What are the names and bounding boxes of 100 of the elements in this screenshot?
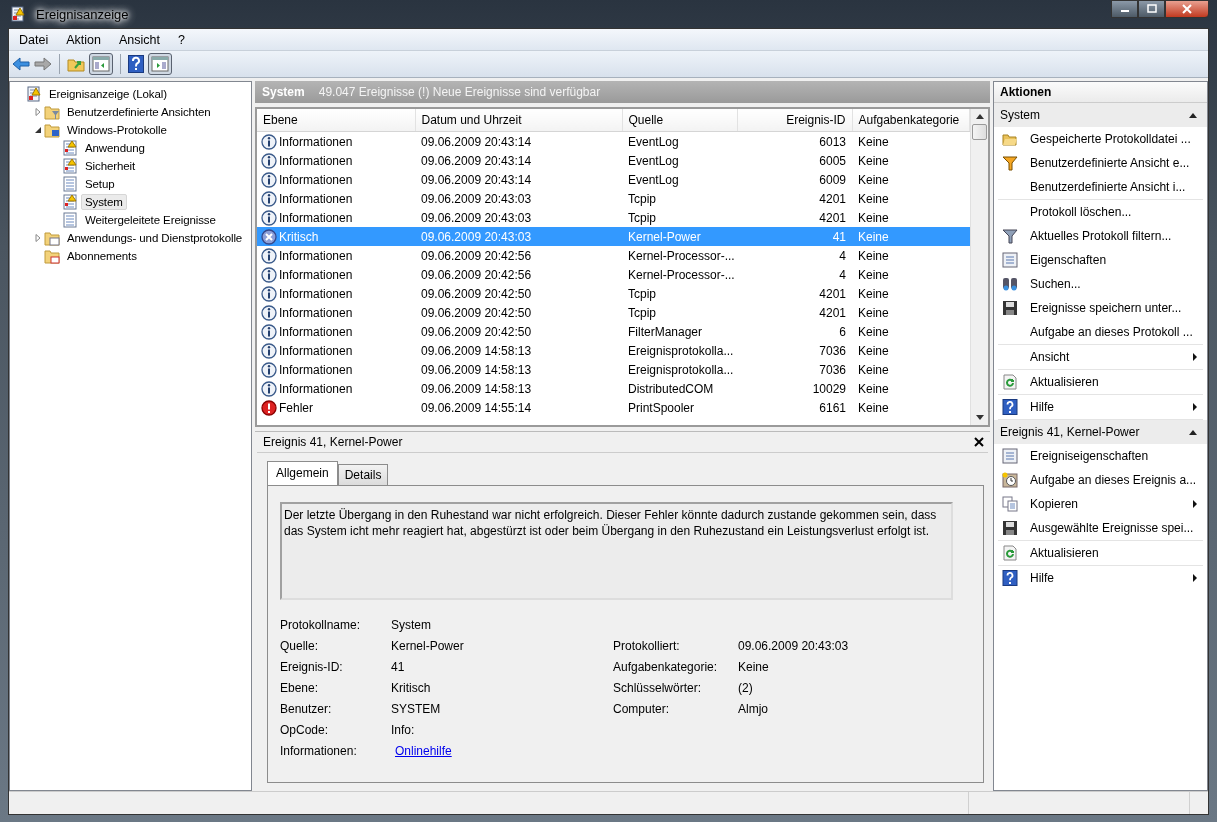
tree-item[interactable]: Setup: [81, 176, 119, 192]
tree-item[interactable]: Sicherheit: [81, 158, 140, 174]
maximize-icon: [1146, 4, 1157, 14]
info-icon: [261, 380, 277, 397]
table-cell: Informationen: [279, 362, 353, 377]
column-header[interactable]: Datum und Uhrzeit: [415, 109, 622, 132]
table-cell: 4201: [819, 191, 846, 206]
save-icon: [1002, 300, 1018, 316]
table-cell: Informationen: [279, 324, 353, 339]
scroll-up-icon[interactable]: [975, 114, 984, 119]
property-value: 09.06.2009 20:43:03: [738, 639, 849, 653]
refresh-icon: [1002, 374, 1018, 390]
table-cell: Keine: [858, 381, 889, 396]
action-item[interactable]: Suchen...: [998, 272, 1203, 296]
online-help-link[interactable]: Onlinehilfe: [391, 744, 452, 758]
tree-item[interactable]: Benutzerdefinierte Ansichten: [63, 104, 215, 120]
event-title: Ereignis 41, Kernel-Power: [263, 435, 403, 449]
action-item[interactable]: Benutzerdefinierte Ansicht i...: [998, 175, 1203, 199]
section-header[interactable]: System: [994, 103, 1207, 127]
properties-icon: [1002, 252, 1018, 268]
tree-item[interactable]: System: [81, 194, 127, 210]
property-label: OpCode:: [280, 723, 330, 739]
folder-up-icon[interactable]: [67, 56, 85, 72]
table-cell: 7036: [819, 362, 846, 377]
help-icon[interactable]: [128, 55, 144, 73]
action-item[interactable]: Aktualisieren: [998, 370, 1203, 394]
forward-arrow-icon[interactable]: [34, 56, 52, 72]
tree-item[interactable]: Windows-Protokolle: [63, 122, 171, 138]
action-item[interactable]: Benutzerdefinierte Ansicht e...: [998, 151, 1203, 175]
menu-item[interactable]: Ansicht: [112, 32, 166, 47]
menu-item[interactable]: Aktion: [60, 32, 107, 47]
close-button[interactable]: [1165, 0, 1209, 18]
console-tree-toggle[interactable]: [89, 53, 113, 75]
scrollbar[interactable]: [970, 109, 988, 425]
collapse-icon[interactable]: [1189, 429, 1197, 435]
action-pane-toggle[interactable]: [148, 53, 172, 75]
action-item[interactable]: Kopieren: [998, 492, 1203, 516]
action-item[interactable]: Aufgabe an dieses Ereignis a...: [998, 468, 1203, 492]
table-cell: Keine: [858, 153, 889, 168]
scroll-down-icon[interactable]: [975, 415, 984, 420]
table-cell: Keine: [858, 172, 889, 187]
tree-item[interactable]: Anwendungs- und Dienstprotokolle: [63, 230, 247, 246]
table-cell: 4201: [819, 210, 846, 225]
column-header[interactable]: Ereignis-ID: [737, 109, 852, 132]
action-item[interactable]: Ereignisse speichern unter...: [998, 296, 1203, 320]
collapse-icon[interactable]: [1189, 112, 1197, 118]
action-item[interactable]: Eigenschaften: [998, 248, 1203, 272]
property-label: Protokolliert:: [613, 639, 680, 653]
action-item[interactable]: Hilfe: [998, 566, 1203, 590]
column-header[interactable]: Quelle: [622, 109, 737, 132]
tree-item[interactable]: Weitergeleitete Ereignisse: [81, 212, 220, 228]
table-cell: Informationen: [279, 191, 353, 206]
action-item[interactable]: Protokoll löschen...: [998, 200, 1203, 224]
table-cell: 09.06.2009 14:58:13: [421, 343, 532, 358]
back-arrow-icon[interactable]: [12, 56, 30, 72]
table-cell: Informationen: [279, 286, 353, 301]
folder-icon: [44, 230, 60, 246]
menu-item[interactable]: Datei: [13, 32, 55, 47]
table-cell: Kritisch: [279, 229, 319, 244]
info-icon: [261, 323, 277, 340]
table-cell: Informationen: [279, 210, 353, 225]
property-value: Kernel-Power: [391, 639, 464, 653]
action-item[interactable]: Ereigniseigenschaften: [998, 444, 1203, 468]
scroll-thumb[interactable]: [972, 124, 987, 140]
minimize-button[interactable]: [1111, 0, 1138, 18]
help-icon: [1002, 570, 1018, 586]
expander-icon[interactable]: [34, 126, 42, 134]
event-count: 49.047 Ereignisse (!) Neue Ereignisse sind verfügbar: [318, 85, 601, 99]
info-icon: [261, 266, 277, 283]
table-cell: Ereignisprotokolla...: [628, 362, 734, 377]
tree-item[interactable]: Ereignisanzeige (Lokal): [45, 86, 171, 102]
section-header[interactable]: Ereignis 41, Kernel-Power: [994, 420, 1207, 444]
critical-icon: [261, 228, 277, 245]
tab[interactable]: Allgemein: [267, 461, 338, 485]
tree-item[interactable]: Anwendung: [81, 140, 149, 156]
table-cell: Informationen: [279, 134, 353, 149]
action-item[interactable]: Aktuelles Protokoll filtern...: [998, 224, 1203, 248]
table-cell: EventLog: [628, 153, 679, 168]
action-item[interactable]: Aufgabe an dieses Protokoll ...: [998, 320, 1203, 344]
action-item[interactable]: Ausgewählte Ereignisse spei...: [998, 516, 1203, 540]
action-item[interactable]: Gespeicherte Protokolldatei ...: [998, 127, 1203, 151]
maximize-button[interactable]: [1138, 0, 1165, 18]
submenu-arrow-icon: [1193, 574, 1197, 582]
close-icon[interactable]: [974, 437, 984, 447]
info-icon: [261, 285, 277, 302]
help-icon: [1002, 399, 1018, 415]
action-item[interactable]: Hilfe: [998, 395, 1203, 419]
table-cell: 7036: [819, 343, 846, 358]
section-title: System: [1000, 108, 1040, 122]
column-header[interactable]: Ebene: [257, 109, 415, 132]
action-item[interactable]: Aktualisieren: [998, 541, 1203, 565]
tab[interactable]: Details: [337, 464, 389, 485]
filter-icon: [1002, 228, 1018, 244]
table-cell: Kernel-Processor-...: [628, 267, 735, 282]
table-cell: Tcpip: [628, 191, 656, 206]
action-item[interactable]: Ansicht: [998, 345, 1203, 369]
menu-item[interactable]: ?: [171, 32, 191, 47]
table-cell: Kernel-Power: [628, 229, 701, 244]
tree-item[interactable]: Abonnements: [63, 248, 141, 264]
column-header[interactable]: Aufgabenkategorie: [852, 109, 970, 132]
